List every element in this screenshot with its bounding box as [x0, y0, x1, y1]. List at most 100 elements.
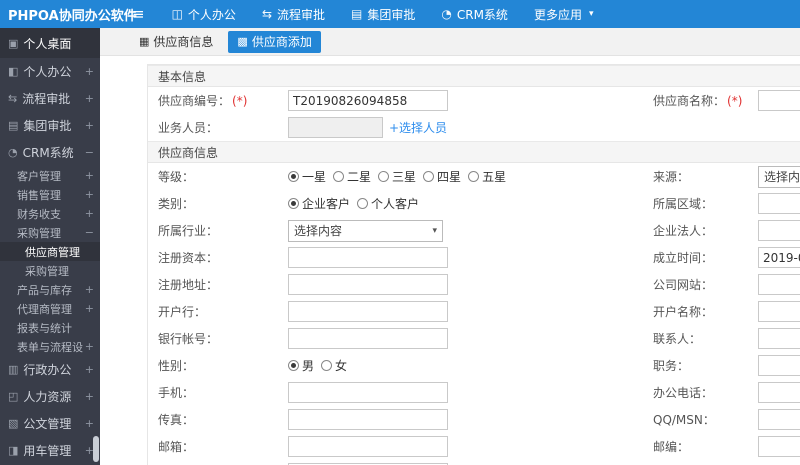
region-input[interactable]	[758, 193, 800, 214]
sidebar-item-supplier-mgmt[interactable]: 供应商管理	[0, 242, 100, 261]
expand-plus-icon[interactable]: +	[83, 169, 94, 182]
add-tab-icon: ▩	[237, 35, 248, 48]
approve-icon: ▤	[351, 7, 363, 21]
radio-icon	[321, 360, 333, 371]
expand-plus-icon[interactable]: +	[83, 363, 94, 376]
expand-plus-icon[interactable]: +	[83, 283, 94, 296]
collapse-minus-icon[interactable]: −	[83, 146, 94, 159]
field-bank-account: 银行帐号：	[148, 328, 653, 349]
qq-msn-input[interactable]	[758, 409, 800, 430]
navbar-item-personal-office[interactable]: ◫ 个人办公	[159, 0, 249, 28]
field-label: 供应商名称： (*)	[653, 92, 758, 109]
mobile-input[interactable]	[288, 382, 448, 403]
car-icon: ◨	[8, 444, 19, 457]
navbar-item-more-apps[interactable]: 更多应用 ▾	[521, 0, 607, 28]
bank-account-input[interactable]	[288, 328, 448, 349]
level-radio-option[interactable]: 三星	[378, 168, 416, 185]
zip-input[interactable]	[758, 436, 800, 457]
sidebar-item-reports-stats[interactable]: 报表与统计	[0, 318, 100, 337]
sidebar-item-vehicle-mgmt[interactable]: ◨ 用车管理 +	[0, 437, 100, 464]
sales-person-input[interactable]	[288, 117, 383, 138]
field-label-text: 供应商编号：	[158, 94, 231, 108]
industry-select[interactable]: 选择内容 ▾	[288, 219, 443, 242]
sidebar-item-human-resources[interactable]: ◰ 人力资源 +	[0, 383, 100, 410]
gender-radio-option[interactable]: 女	[321, 357, 347, 374]
tab-supplier-info[interactable]: ▦ 供应商信息	[130, 31, 222, 53]
tab-label: 供应商信息	[153, 35, 214, 49]
hamburger-icon[interactable]: ≡	[118, 5, 159, 23]
field-label-text: 注册地址：	[158, 278, 219, 292]
navbar-item-crm-system[interactable]: ◔ CRM系统	[428, 0, 521, 28]
form-row: 地址：	[148, 460, 800, 465]
expand-plus-icon[interactable]: +	[83, 188, 94, 201]
registered-capital-input[interactable]	[288, 247, 448, 268]
field-label: 供应商编号： (*)	[148, 92, 288, 109]
sidebar-item-personal-office[interactable]: ◧ 个人办公 +	[0, 58, 100, 85]
expand-plus-icon[interactable]: +	[83, 92, 94, 105]
sidebar-item-personal-desktop[interactable]: ▣ 个人桌面	[0, 28, 100, 58]
field-label: 企业法人：	[653, 222, 758, 239]
sidebar-item-workflow-approval[interactable]: ⇆ 流程审批 +	[0, 85, 100, 112]
office-phone-input[interactable]	[758, 382, 800, 403]
website-input[interactable]	[758, 274, 800, 295]
supplier-code-input[interactable]	[288, 90, 448, 111]
sidebar-item-form-flow-settings[interactable]: 表单与流程设置+	[0, 337, 100, 356]
field-registered-capital: 注册资本：	[148, 247, 653, 268]
supplier-name-input[interactable]	[758, 90, 800, 111]
form-row: 邮箱： 邮编：	[148, 433, 800, 460]
sidebar-scrollbar[interactable]	[93, 436, 99, 462]
sidebar-item-crm-system[interactable]: ◔ CRM系统 −	[0, 139, 100, 166]
sidebar-item-sales-mgmt[interactable]: 销售管理 +	[0, 185, 100, 204]
expand-plus-icon[interactable]: +	[83, 302, 94, 315]
radio-label: 一星	[302, 170, 327, 184]
account-name-input[interactable]	[758, 301, 800, 322]
sidebar-item-purchase-mgmt[interactable]: 采购管理 −	[0, 223, 100, 242]
fax-input[interactable]	[288, 409, 448, 430]
navbar-item-workflow-approval[interactable]: ⇆ 流程审批	[249, 0, 338, 28]
level-radio-option[interactable]: 四星	[423, 168, 461, 185]
expand-plus-icon[interactable]: +	[83, 65, 94, 78]
sidebar-item-customer-mgmt[interactable]: 客户管理 +	[0, 166, 100, 185]
position-input[interactable]	[758, 355, 800, 376]
field-label: 等级：	[148, 168, 288, 185]
source-select[interactable]: 选择内容▾	[758, 165, 800, 188]
expand-plus-icon[interactable]: +	[83, 390, 94, 403]
category-radio-option[interactable]: 企业客户	[288, 195, 350, 212]
expand-plus-icon[interactable]: +	[83, 207, 94, 220]
expand-plus-icon[interactable]: +	[83, 119, 94, 132]
sidebar-item-agent-mgmt[interactable]: 代理商管理 +	[0, 299, 100, 318]
field-label-text: 职务：	[653, 359, 690, 373]
level-radio-option[interactable]: 五星	[468, 168, 506, 185]
bank-input[interactable]	[288, 301, 448, 322]
navbar-item-label: 个人办公	[187, 7, 236, 22]
radio-label: 企业客户	[302, 197, 351, 211]
field-label-text: 所属行业：	[158, 224, 219, 238]
sidebar-item-product-inventory[interactable]: 产品与库存 +	[0, 280, 100, 299]
sidebar-item-admin-office[interactable]: ▥ 行政办公 +	[0, 356, 100, 383]
category-radio-option[interactable]: 个人客户	[357, 195, 419, 212]
registered-address-input[interactable]	[288, 274, 448, 295]
sidebar-item-group-approval[interactable]: ▤ 集团审批 +	[0, 112, 100, 139]
expand-plus-icon[interactable]: +	[83, 417, 94, 430]
expand-plus-icon[interactable]: +	[83, 340, 94, 353]
email-input[interactable]	[288, 436, 448, 457]
legal-person-input[interactable]	[758, 220, 800, 241]
navbar-item-label: 流程审批	[277, 7, 326, 22]
gender-radio-option[interactable]: 男	[288, 357, 314, 374]
contact-input[interactable]	[758, 328, 800, 349]
field-label-text: 手机：	[158, 386, 195, 400]
sidebar-item-label: 代理商管理	[17, 302, 72, 316]
level-radio-option[interactable]: 二星	[333, 168, 371, 185]
sidebar-item-purchasing[interactable]: 采购管理	[0, 261, 100, 280]
select-person-link[interactable]: +选择人员	[389, 119, 447, 136]
navbar-item-group-approval[interactable]: ▤ 集团审批	[338, 0, 428, 28]
founded-date-input[interactable]	[758, 247, 800, 268]
sidebar-item-doc-mgmt[interactable]: ▧ 公文管理 +	[0, 410, 100, 437]
field-category: 类别： 企业客户 个人客户	[148, 195, 653, 212]
radio-label: 三星	[392, 170, 417, 184]
level-radio-option[interactable]: 一星	[288, 168, 326, 185]
caret-down-icon: ▾	[588, 9, 594, 19]
tab-supplier-add[interactable]: ▩ 供应商添加	[228, 30, 321, 53]
sidebar-item-finance[interactable]: 财务收支 +	[0, 204, 100, 223]
collapse-minus-icon[interactable]: −	[83, 226, 94, 239]
